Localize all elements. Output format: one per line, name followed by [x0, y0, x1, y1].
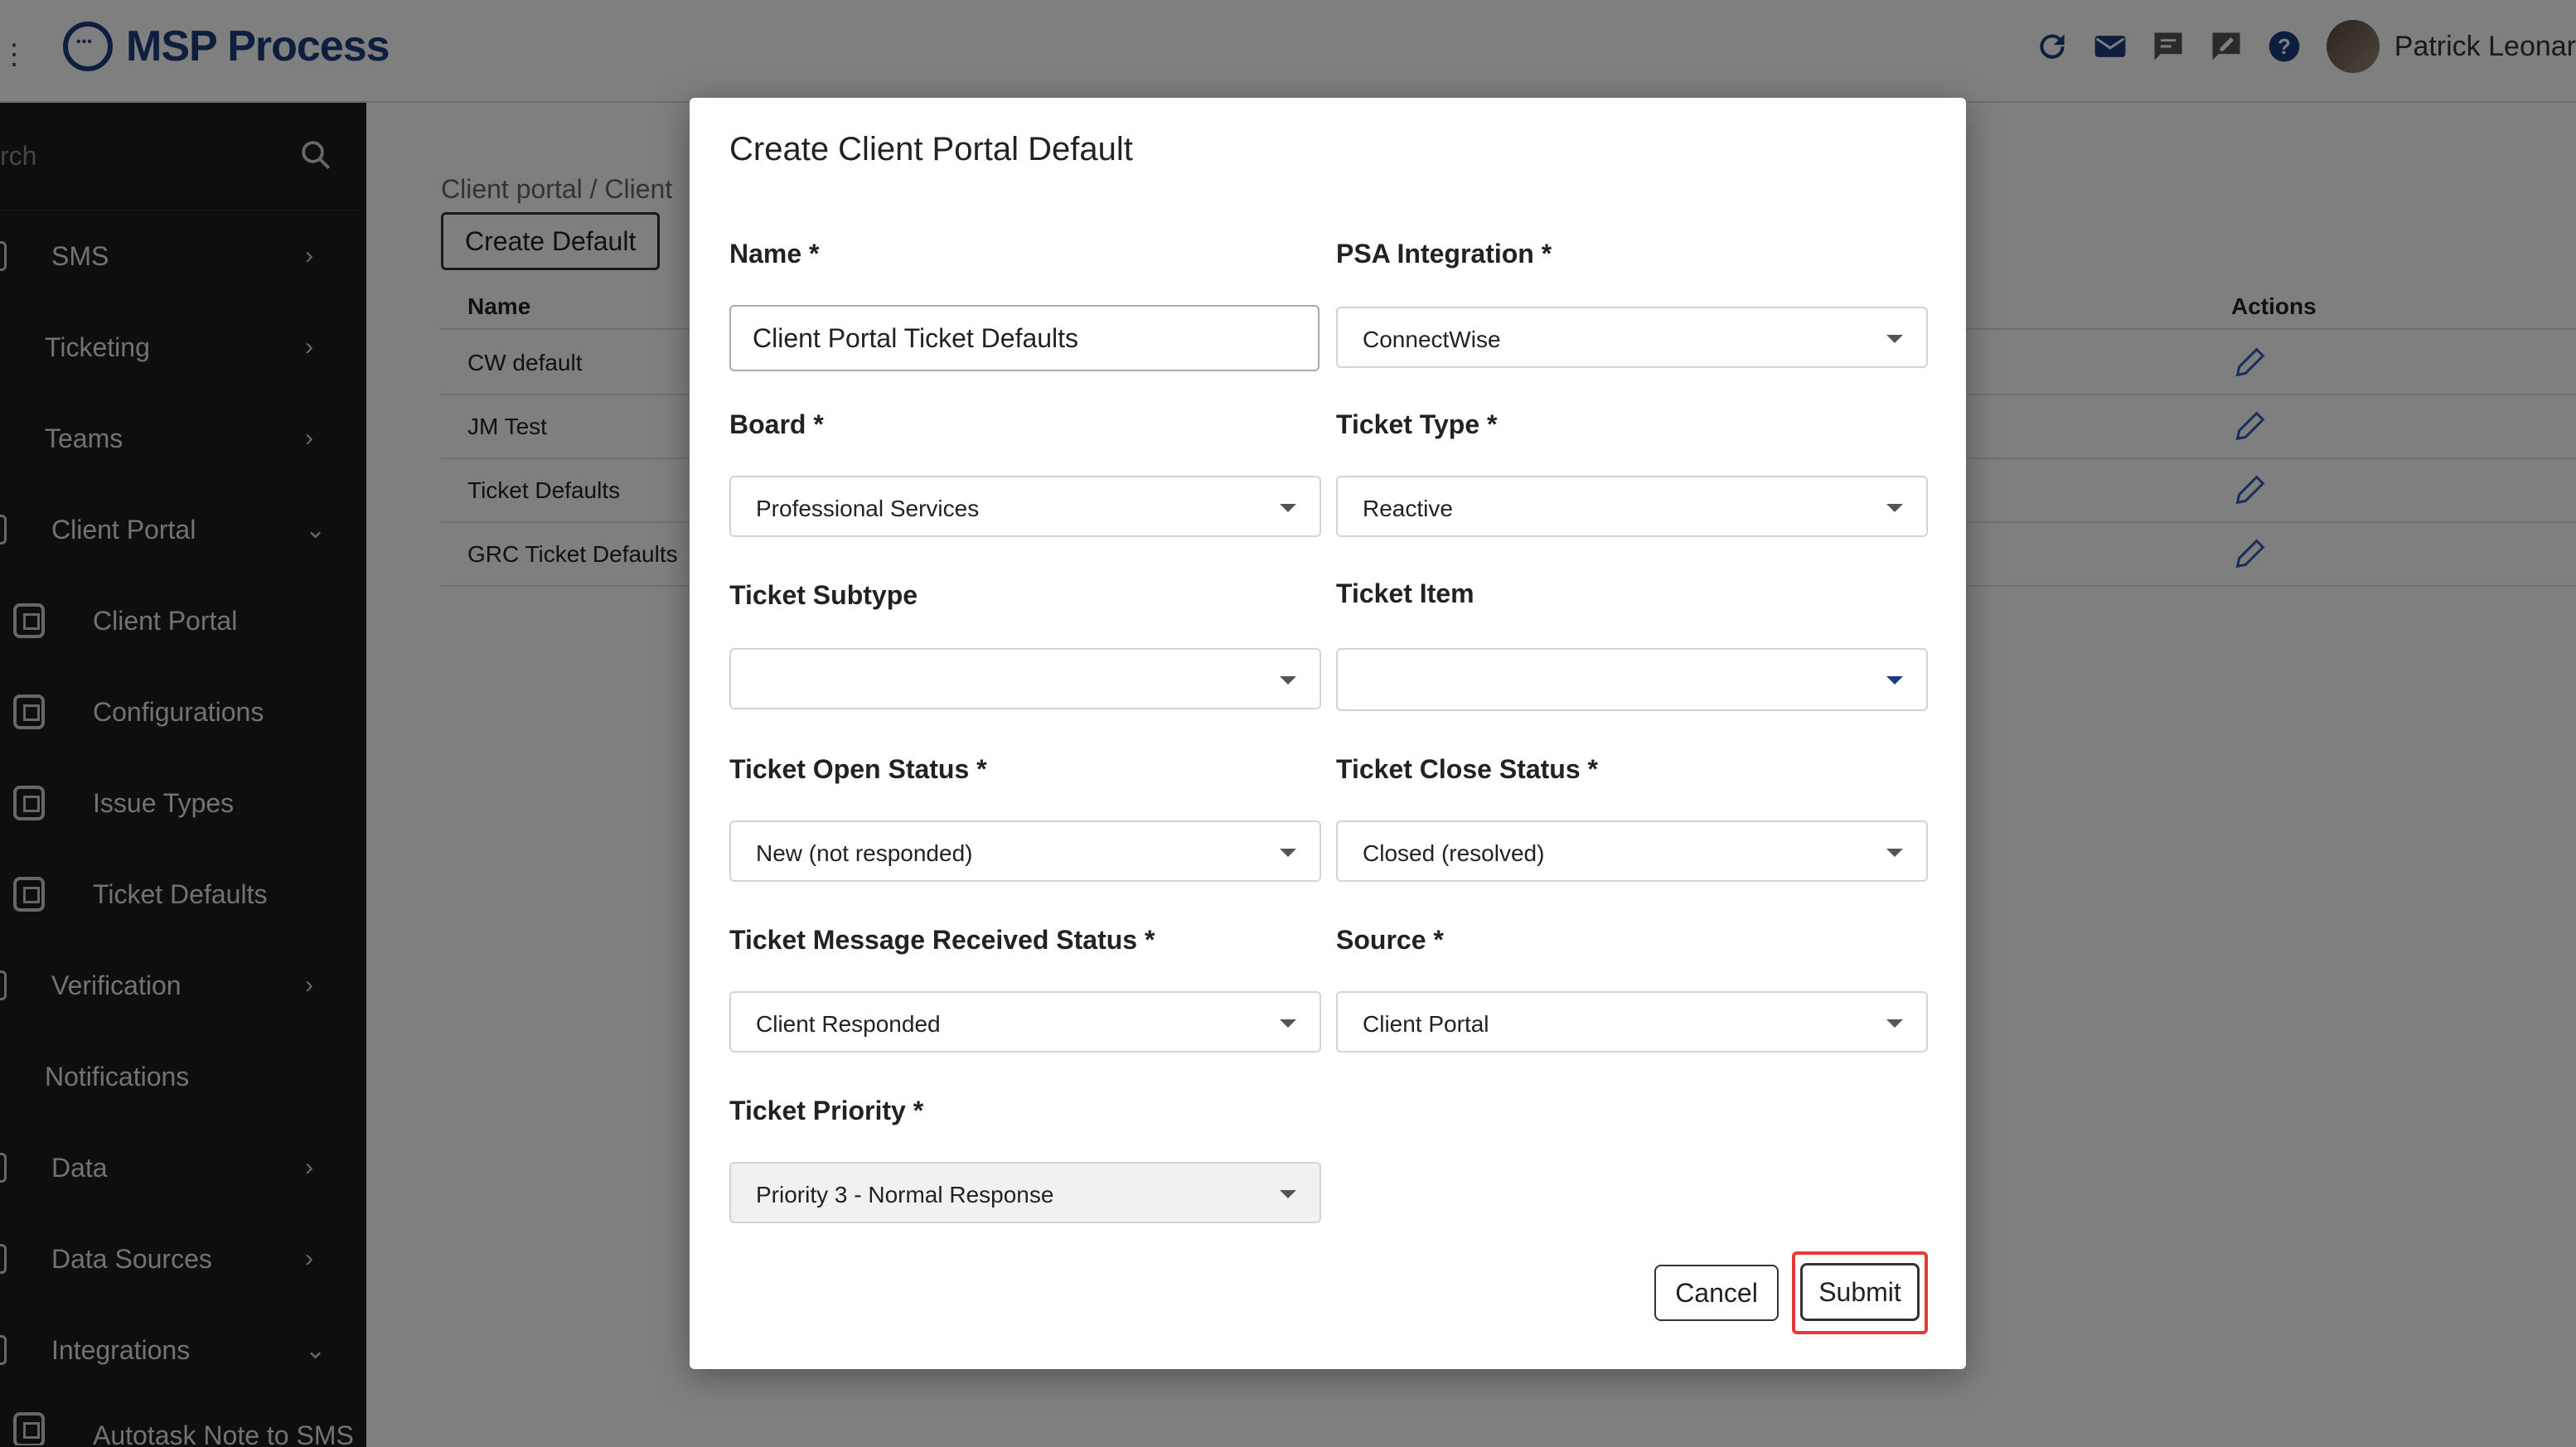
- psa-integration-label: PSA Integration *: [1336, 239, 1552, 269]
- caret-down-icon: [1280, 504, 1296, 512]
- board-select[interactable]: Professional Services: [729, 476, 1321, 537]
- ticket-close-status-select[interactable]: Closed (resolved): [1336, 820, 1928, 882]
- caret-down-icon: [1886, 849, 1903, 857]
- caret-down-icon: [1280, 849, 1296, 857]
- ticket-type-label: Ticket Type *: [1336, 409, 1498, 439]
- ticket-close-status-label: Ticket Close Status *: [1336, 754, 1598, 784]
- board-value: Professional Services: [756, 496, 980, 521]
- ticket-type-select[interactable]: Reactive: [1336, 476, 1928, 537]
- source-label: Source *: [1336, 925, 1444, 955]
- source-select[interactable]: Client Portal: [1336, 991, 1928, 1053]
- ticket-type-value: Reactive: [1363, 496, 1453, 521]
- submit-button[interactable]: Submit: [1800, 1263, 1920, 1321]
- caret-down-icon: [1280, 1190, 1296, 1198]
- ticket-priority-value: Priority 3 - Normal Response: [756, 1182, 1054, 1207]
- ticket-priority-select[interactable]: Priority 3 - Normal Response: [729, 1162, 1321, 1223]
- psa-integration-select[interactable]: ConnectWise: [1336, 307, 1928, 368]
- submit-highlight: Submit: [1792, 1251, 1928, 1334]
- caret-down-icon: [1886, 335, 1903, 343]
- caret-down-icon: [1886, 504, 1903, 512]
- name-field[interactable]: [729, 305, 1319, 371]
- ticket-priority-label: Ticket Priority *: [729, 1096, 924, 1125]
- ticket-open-status-label: Ticket Open Status *: [729, 754, 987, 784]
- caret-down-icon: [1886, 676, 1903, 685]
- source-value: Client Portal: [1363, 1011, 1489, 1037]
- ticket-message-received-status-value: Client Responded: [756, 1011, 941, 1037]
- ticket-message-received-status-select[interactable]: Client Responded: [729, 991, 1321, 1053]
- board-label: Board *: [729, 409, 824, 439]
- name-label: Name *: [729, 239, 820, 269]
- caret-down-icon: [1280, 676, 1296, 685]
- caret-down-icon: [1280, 1019, 1296, 1028]
- ticket-subtype-select[interactable]: [729, 648, 1321, 709]
- ticket-open-status-select[interactable]: New (not responded): [729, 820, 1321, 882]
- psa-integration-value: ConnectWise: [1363, 327, 1501, 352]
- ticket-subtype-label: Ticket Subtype: [729, 580, 918, 610]
- ticket-message-received-status-label: Ticket Message Received Status *: [729, 925, 1155, 955]
- ticket-open-status-value: New (not responded): [756, 840, 973, 866]
- create-default-dialog: Create Client Portal Default Name * PSA …: [690, 98, 1966, 1369]
- ticket-item-select[interactable]: [1336, 648, 1928, 711]
- dialog-title: Create Client Portal Default: [729, 131, 1133, 167]
- ticket-close-status-value: Closed (resolved): [1363, 840, 1545, 866]
- ticket-item-label: Ticket Item: [1336, 578, 1474, 608]
- caret-down-icon: [1886, 1019, 1903, 1028]
- cancel-button[interactable]: Cancel: [1654, 1265, 1779, 1321]
